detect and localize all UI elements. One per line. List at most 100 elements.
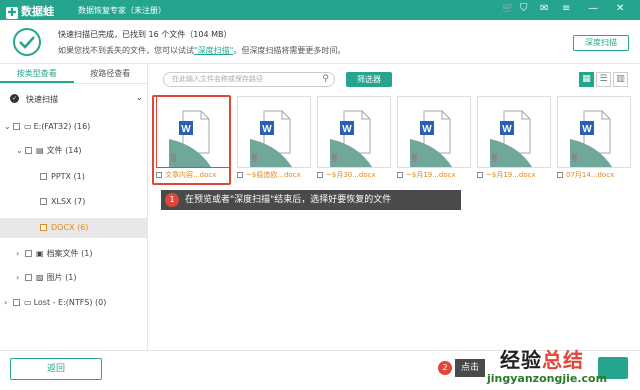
checkbox[interactable] [557, 172, 563, 178]
app-logo: ✚ 数据蛙 [6, 3, 54, 19]
file-card[interactable]: W 07月14...docx [557, 96, 631, 184]
tree-item-xlsx[interactable]: XLSX (7) [0, 192, 148, 212]
grid-view-icon[interactable]: ▦ [579, 72, 594, 87]
file-name[interactable]: ~$月19...docx [477, 170, 551, 180]
file-card[interactable]: W ~$月30...docx [317, 96, 391, 184]
hint-suffix: 。但深度扫描将需要更多时间。 [233, 46, 346, 55]
tree-label: 文件 (14) [46, 146, 82, 155]
plus-icon: ✚ [6, 6, 18, 19]
checkbox[interactable] [25, 274, 32, 281]
tree-label: XLSX (7) [51, 197, 86, 206]
tab-by-type[interactable]: 按类型查看 [0, 64, 74, 83]
check-circle-icon [13, 28, 41, 56]
file-name[interactable]: ~$月30...docx [317, 170, 391, 180]
tree-item-documents[interactable]: ⌄ ▤ 文件 (14) [0, 141, 148, 161]
quick-scan-row[interactable]: ✓ 快速扫描 ⌄ [0, 92, 148, 108]
file-name-text: ~$稳造欧...docx [246, 171, 301, 179]
checkbox[interactable] [13, 123, 20, 130]
title-bar: ✚ 数据蛙 数据恢复专家（未注册） 🛒 ⛉ ✉ ≡ — ✕ [0, 0, 640, 20]
checkbox[interactable] [317, 172, 323, 178]
deep-scan-link[interactable]: "深度扫描" [194, 46, 233, 55]
watermark-url: jingyanzongjie.com [487, 372, 608, 385]
file-name-text: ~$月19...docx [406, 171, 456, 179]
word-document-icon: W [490, 110, 532, 167]
tab-by-path[interactable]: 按路径查看 [74, 64, 148, 83]
shield-icon[interactable]: ⛉ [520, 3, 528, 14]
checkbox[interactable] [40, 173, 47, 180]
tree-item-archives[interactable]: › ▣ 档案文件 (1) [0, 244, 148, 264]
file-thumbnail[interactable]: W [317, 96, 391, 168]
scan-info-bar: 快速扫描已完成，已找到 16 个文件（104 MB） 如果您找不到丢失的文件，您… [0, 20, 640, 64]
minimize-icon[interactable]: — [588, 3, 598, 14]
checkbox[interactable] [25, 250, 32, 257]
chevron-down-icon[interactable]: ⌄ [16, 141, 25, 161]
scan-result-text: 快速扫描已完成，已找到 16 个文件（104 MB） [58, 30, 232, 39]
archive-icon: ▣ [36, 249, 44, 258]
tree-label: E:(FAT32) (16) [33, 122, 91, 131]
checkbox[interactable] [397, 172, 403, 178]
tooltip-text: 在预览或者"深度扫描"结束后，选择好要恢复的文件 [185, 195, 392, 205]
file-card[interactable]: W ~$稳造欧...docx [237, 96, 311, 184]
tree-label: Lost - E:(NTFS) (0) [33, 298, 107, 307]
cart-icon[interactable]: 🛒 [502, 3, 514, 14]
document-folder-icon: ▤ [36, 146, 44, 155]
tree-item-images[interactable]: › ▨ 图片 (1) [0, 268, 148, 288]
file-name[interactable]: ~$稳造欧...docx [237, 170, 311, 180]
file-thumbnail[interactable]: W [397, 96, 471, 168]
tree-item-drive-e[interactable]: ⌄ ▭ E:(FAT32) (16) [0, 117, 148, 137]
search-input[interactable]: 在此输入文件名称或保存路径 ⚲ [163, 72, 335, 87]
back-button[interactable]: 返回 [10, 358, 102, 380]
watermark: 经验总结 [500, 344, 584, 373]
tree-item-pptx[interactable]: PPTX (1) [0, 167, 148, 187]
list-view-icon[interactable]: ☰ [596, 72, 611, 87]
chevron-right-icon[interactable]: › [4, 293, 13, 313]
checkbox[interactable] [477, 172, 483, 178]
step-1-tooltip: 1 在预览或者"深度扫描"结束后，选择好要恢复的文件 [161, 190, 461, 210]
selection-highlight [152, 95, 231, 185]
image-icon: ▨ [36, 273, 44, 282]
search-icon[interactable]: ⚲ [322, 73, 329, 86]
word-document-icon: W [330, 110, 372, 167]
menu-icon[interactable]: ≡ [562, 3, 570, 14]
word-document-icon: W [410, 110, 452, 167]
mail-icon[interactable]: ✉ [540, 3, 548, 14]
deep-scan-button[interactable]: 深度扫描 [573, 35, 629, 51]
svg-text:W: W [342, 124, 352, 135]
chevron-down-icon[interactable]: ⌄ [136, 93, 143, 102]
check-icon: ✓ [10, 94, 19, 103]
chevron-right-icon[interactable]: › [16, 244, 25, 264]
checkbox[interactable] [40, 198, 47, 205]
file-name[interactable]: 07月14...docx [557, 170, 631, 180]
file-name[interactable]: ~$月19...docx [397, 170, 471, 180]
filter-button[interactable]: 筛选器 [346, 72, 392, 87]
logo-text: 数据蛙 [21, 5, 54, 18]
close-icon[interactable]: ✕ [616, 3, 624, 14]
checkbox[interactable] [25, 147, 32, 154]
step-2-number: 2 [438, 361, 452, 375]
chevron-right-icon[interactable]: › [16, 268, 25, 288]
svg-text:W: W [262, 124, 272, 135]
detail-view-icon[interactable]: ▥ [613, 72, 628, 87]
word-document-icon: W [570, 110, 612, 167]
drive-icon: ▭ [24, 298, 32, 307]
tree-label: DOCX (6) [51, 223, 89, 232]
file-thumbnail[interactable]: W [557, 96, 631, 168]
search-placeholder: 在此输入文件名称或保存路径 [172, 75, 263, 83]
file-thumbnail[interactable]: W [237, 96, 311, 168]
file-card[interactable]: W ~$月19...docx [397, 96, 471, 184]
tree-item-lost[interactable]: › ▭ Lost - E:(NTFS) (0) [0, 293, 148, 313]
scan-hint-text: 如果您找不到丢失的文件，您可以试试"深度扫描"。但深度扫描将需要更多时间。 [58, 45, 345, 56]
file-name-text: ~$月19...docx [486, 171, 536, 179]
checkbox[interactable] [40, 224, 47, 231]
file-card[interactable]: W ~$月19...docx [477, 96, 551, 184]
tree-label: 图片 (1) [46, 273, 77, 282]
checkbox[interactable] [13, 299, 20, 306]
app-title: 数据恢复专家（未注册） [78, 6, 166, 15]
chevron-down-icon[interactable]: ⌄ [4, 117, 13, 137]
file-thumbnail[interactable]: W [477, 96, 551, 168]
svg-text:W: W [502, 124, 512, 135]
svg-text:W: W [582, 124, 592, 135]
view-tabs: 按类型查看 按路径查看 [0, 64, 147, 84]
checkbox[interactable] [237, 172, 243, 178]
tree-item-docx[interactable]: DOCX (6) [0, 218, 148, 238]
